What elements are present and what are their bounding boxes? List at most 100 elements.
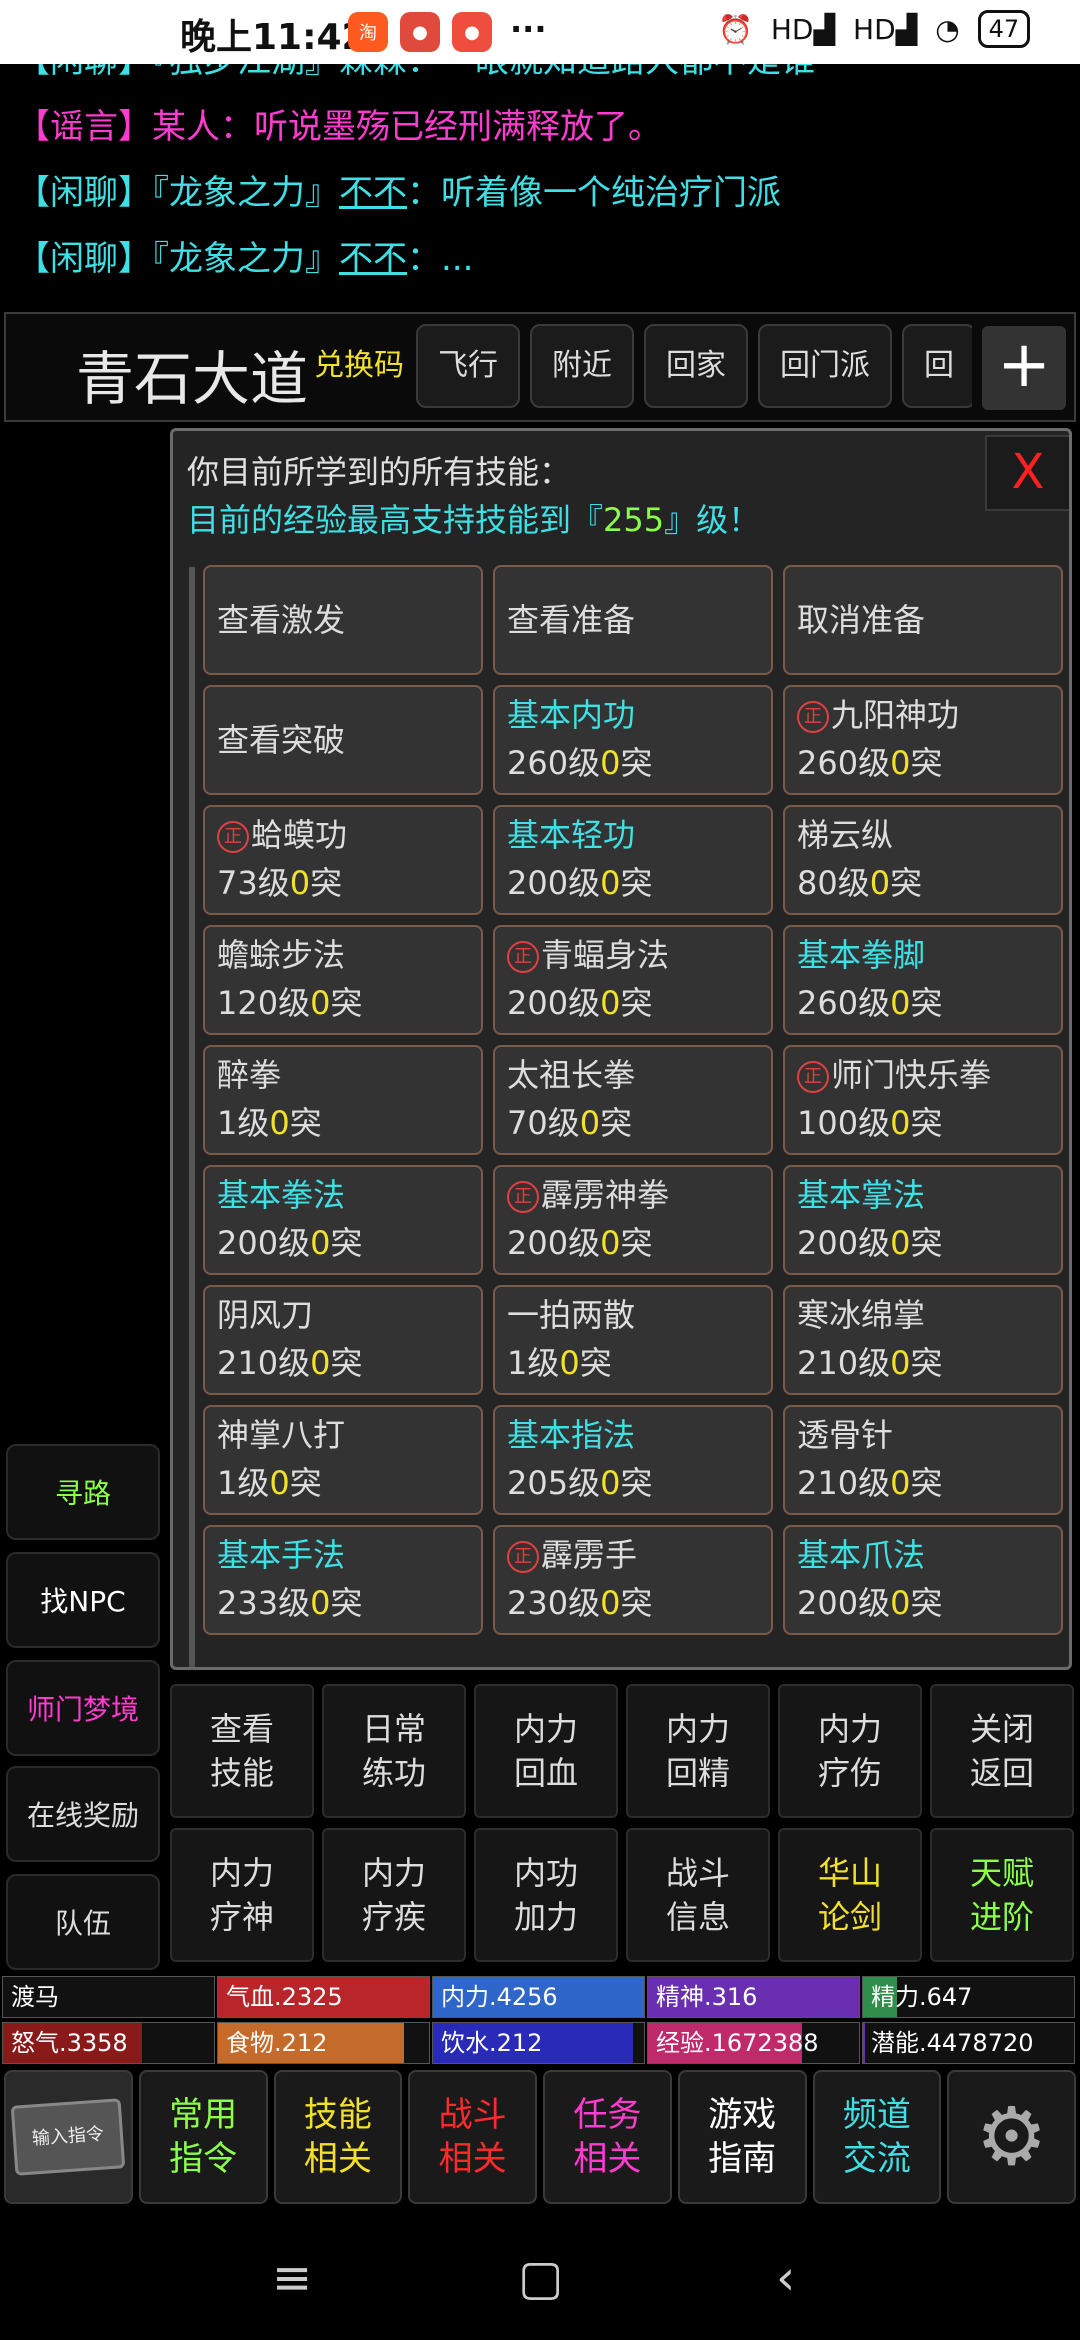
- close-return-button[interactable]: 关闭 返回: [930, 1684, 1074, 1818]
- force-cure-illness-button[interactable]: 内力 疗疾: [322, 1828, 466, 1962]
- skill-name: 一拍两散: [507, 1296, 636, 1334]
- force-heal-hp-button[interactable]: 内力 回血: [474, 1684, 618, 1818]
- skill-name: 基本手法: [217, 1536, 346, 1574]
- skill-cell[interactable]: 正霹雳神拳 200级0突: [493, 1165, 773, 1275]
- chat-username-link[interactable]: 不不: [339, 239, 407, 279]
- force-treat-wound-button[interactable]: 内力 疗伤: [778, 1684, 922, 1818]
- home-icon[interactable]: ▢: [518, 2250, 563, 2306]
- back-icon[interactable]: ‹: [776, 2250, 795, 2306]
- skill-cell[interactable]: 基本轻功 200级0突: [493, 805, 773, 915]
- force-heal-jing-button[interactable]: 内力 回精: [626, 1684, 770, 1818]
- skill-name: 阴风刀: [217, 1296, 314, 1334]
- daily-training-button[interactable]: 日常 练功: [322, 1684, 466, 1818]
- close-button[interactable]: X: [985, 435, 1069, 511]
- tab-skills[interactable]: 技能 相关: [273, 2070, 403, 2204]
- find-npc-button[interactable]: 找NPC: [6, 1552, 160, 1648]
- internal-boost-button[interactable]: 内功 加力: [474, 1828, 618, 1962]
- jingshen-stat: 精神.316: [647, 1976, 860, 2018]
- skill-name: 基本轻功: [507, 816, 636, 854]
- skill-cell[interactable]: 基本爪法 200级0突: [783, 1525, 1063, 1635]
- status-time: 晚上11:42: [180, 17, 367, 58]
- battle-info-button[interactable]: 战斗 信息: [626, 1828, 770, 1962]
- skill-level: 200级0突: [507, 984, 653, 1022]
- team-button[interactable]: 队伍: [6, 1874, 160, 1970]
- command-input-button[interactable]: 输入指令: [4, 2070, 133, 2204]
- skill-level: 120级0突: [217, 984, 363, 1022]
- skill-cell[interactable]: 基本手法 233级0突: [203, 1525, 483, 1635]
- force-heal-spirit-button[interactable]: 内力 疗神: [170, 1828, 314, 1962]
- skill-level: 1级0突: [507, 1344, 612, 1382]
- go-home-button[interactable]: 回家: [644, 324, 748, 408]
- chat-username-link[interactable]: 不不: [339, 173, 407, 213]
- skill-cell[interactable]: 太祖长拳 70级0突: [493, 1045, 773, 1155]
- tab-common-commands[interactable]: 常用 指令: [138, 2070, 268, 2204]
- online-reward-button[interactable]: 在线奖励: [6, 1766, 160, 1862]
- signal-icon: HD▟: [770, 12, 836, 46]
- potential-stat: 潜能.4478720: [862, 2022, 1075, 2064]
- tab-game-guide[interactable]: 游戏 指南: [677, 2070, 807, 2204]
- chat-log[interactable]: 【闲聊】『独步江湖』霖霖：一眼就知道路人都不是谁 【谣言】某人：听说墨殇已经刑满…: [0, 64, 1080, 310]
- skill-level: 200级0突: [797, 1584, 943, 1622]
- view-prepare-button[interactable]: 查看准备: [493, 565, 773, 675]
- view-excite-button[interactable]: 查看激发: [203, 565, 483, 675]
- skill-name: 梯云纵: [797, 816, 894, 854]
- water-stat: 饮水.212: [432, 2022, 645, 2064]
- skill-level: 200级0突: [797, 1224, 943, 1262]
- sect-dream-button[interactable]: 师门梦境: [6, 1660, 160, 1756]
- view-skills-button[interactable]: 查看 技能: [170, 1684, 314, 1818]
- chat-line: 【闲聊】『龙象之力』不不：...: [16, 239, 474, 279]
- redeem-code-button[interactable]: 兑换码: [312, 324, 406, 408]
- return-sect-button[interactable]: 回门派: [758, 324, 892, 408]
- talent-advance-button[interactable]: 天赋 进阶: [930, 1828, 1074, 1962]
- skill-cell[interactable]: 梯云纵 80级0突: [783, 805, 1063, 915]
- skill-cell[interactable]: 正青蝠身法 200级0突: [493, 925, 773, 1035]
- skill-cell[interactable]: 醉拳 1级0突: [203, 1045, 483, 1155]
- skill-level: 200级0突: [217, 1224, 363, 1262]
- skill-cell[interactable]: 寒冰绵掌 210级0突: [783, 1285, 1063, 1395]
- signal-icon-2: HD▟: [853, 12, 918, 46]
- skill-name: 正蛤蟆功: [217, 811, 469, 859]
- skill-name: 蟾蜍步法: [217, 936, 346, 974]
- nearby-button[interactable]: 附近: [530, 324, 634, 408]
- tab-quests[interactable]: 任务 相关: [543, 2070, 672, 2204]
- menu-icon[interactable]: ≡: [272, 2250, 312, 2306]
- skill-cell[interactable]: 基本内功 260级0突: [493, 685, 773, 795]
- scrollbar[interactable]: [189, 567, 195, 1667]
- fly-button[interactable]: 飞行: [416, 324, 520, 408]
- skill-cell[interactable]: 神掌八打 1级0突: [203, 1405, 483, 1515]
- skill-name: 透骨针: [797, 1416, 894, 1454]
- chat-line: 【闲聊】『独步江湖』霖霖：一眼就知道路人都不是谁: [0, 64, 1080, 94]
- view-breakthrough-button[interactable]: 查看突破: [203, 685, 483, 795]
- quick-button-partial[interactable]: 回: [902, 324, 972, 408]
- skill-cell[interactable]: 一拍两散 1级0突: [493, 1285, 773, 1395]
- system-settings-button[interactable]: ⚙: [947, 2070, 1076, 2204]
- tab-combat[interactable]: 战斗 相关: [408, 2070, 537, 2204]
- pathfinding-button[interactable]: 寻路: [6, 1444, 160, 1540]
- skill-cell[interactable]: 正九阳神功 260级0突: [783, 685, 1063, 795]
- skill-cell[interactable]: 基本拳脚 260级0突: [783, 925, 1063, 1035]
- skill-level: 210级0突: [797, 1344, 943, 1382]
- location-name: 青石大道: [76, 345, 309, 413]
- skill-cell[interactable]: 基本拳法 200级0突: [203, 1165, 483, 1275]
- game-app-icon: ●: [400, 12, 440, 52]
- skill-name: 正青蝠身法: [507, 931, 759, 979]
- zheng-badge-icon: 正: [507, 1181, 539, 1213]
- skill-cell[interactable]: 正蛤蟆功 73级0突: [203, 805, 483, 915]
- skill-cell[interactable]: 正师门快乐拳 100级0突: [783, 1045, 1063, 1155]
- skill-cell[interactable]: 透骨针 210级0突: [783, 1405, 1063, 1515]
- skill-cell[interactable]: 阴风刀 210级0突: [203, 1285, 483, 1395]
- cancel-prepare-button[interactable]: 取消准备: [783, 565, 1063, 675]
- tab-channels[interactable]: 频道 交流: [812, 2070, 942, 2204]
- skill-name: 基本拳法: [217, 1176, 346, 1214]
- quick-command-strip[interactable]: 兑换码 飞行 附近 回家 回门派 回: [312, 324, 972, 410]
- skill-cell[interactable]: 蟾蜍步法 120级0突: [203, 925, 483, 1035]
- skill-level: 260级0突: [797, 984, 943, 1022]
- skill-cell[interactable]: 基本掌法 200级0突: [783, 1165, 1063, 1275]
- add-shortcut-button[interactable]: +: [982, 326, 1066, 410]
- skill-level: 260级0突: [797, 744, 943, 782]
- skill-cell[interactable]: 正霹雳手 230级0突: [493, 1525, 773, 1635]
- skill-name: 寒冰绵掌: [797, 1296, 926, 1334]
- skill-level: 210级0突: [217, 1344, 363, 1382]
- huashan-contest-button[interactable]: 华山 论剑: [778, 1828, 922, 1962]
- skill-cell[interactable]: 基本指法 205级0突: [493, 1405, 773, 1515]
